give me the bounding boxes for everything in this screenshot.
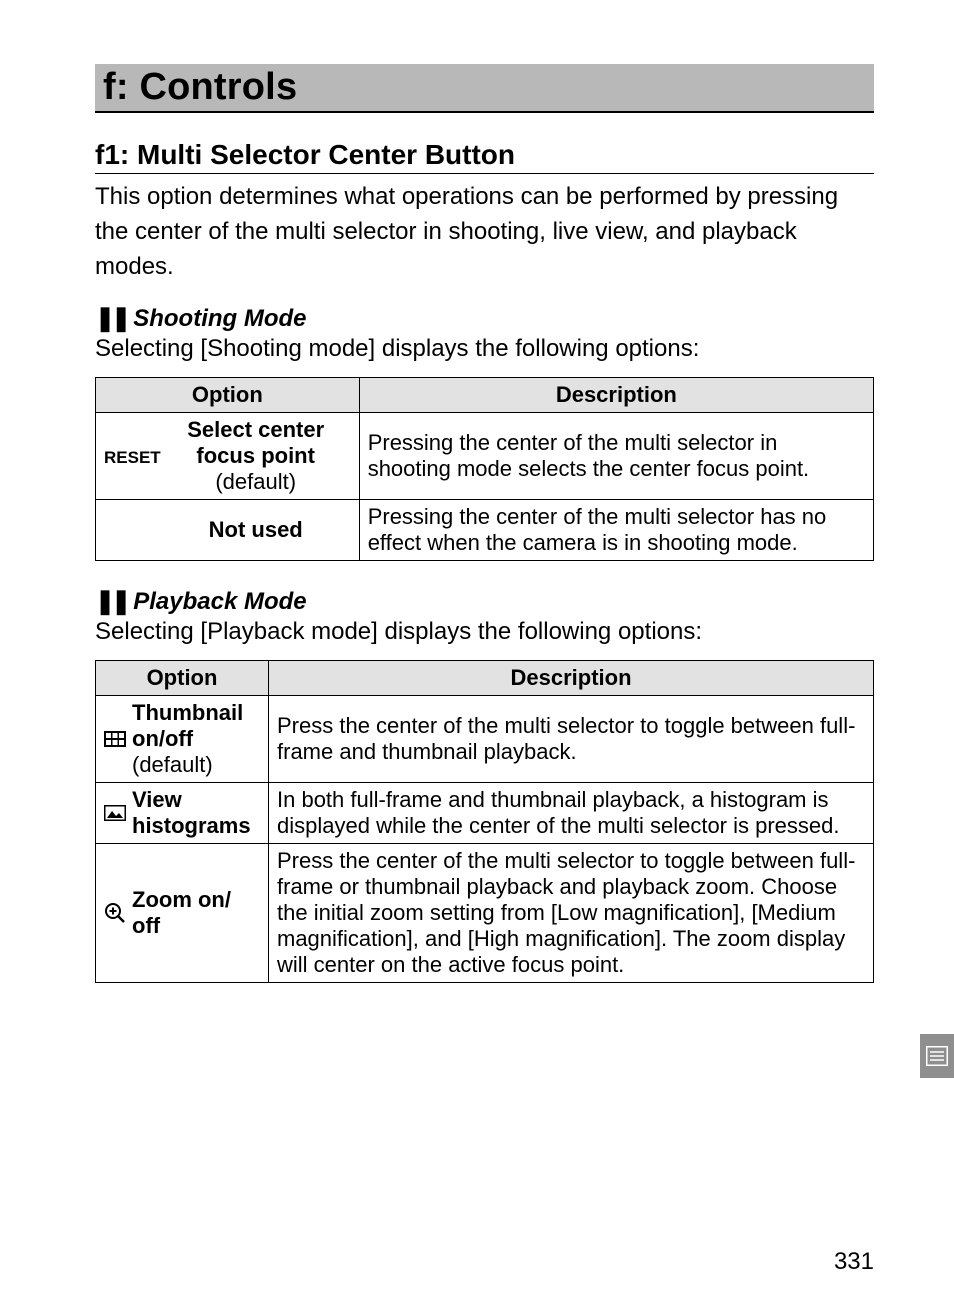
option-name: Thumbnail on/off <box>132 700 243 751</box>
table-header-row: Option Description <box>96 661 874 696</box>
reset-icon: RESET <box>104 445 161 468</box>
mode-intro-playback: Selecting [Playback mode] displays the f… <box>95 618 874 646</box>
table-row: Zoom on/ off Press the center of the mul… <box>96 844 874 983</box>
image-icon <box>104 805 126 821</box>
option-description: Press the center of the multi selector t… <box>269 696 874 783</box>
table-row: Not used Pressing the center of the mult… <box>96 500 874 561</box>
option-name: Not used <box>209 517 303 542</box>
option-icon-cell <box>96 844 133 983</box>
zoom-in-icon <box>104 902 126 924</box>
option-icon-cell <box>96 783 133 844</box>
option-icon-cell <box>96 500 161 561</box>
option-default: (default) <box>132 752 213 777</box>
manual-page: f: Controls f1: Multi Selector Center Bu… <box>0 0 954 1314</box>
table-header-row: Option Description <box>96 378 874 413</box>
table-row: View histograms In both full-frame and t… <box>96 783 874 844</box>
side-tab-menu-icon <box>920 1034 954 1078</box>
option-icon-cell: RESET <box>96 413 161 500</box>
mode-heading-playback: ❚❚Playback Mode <box>95 587 874 616</box>
option-description: Pressing the center of the multi selecto… <box>359 413 873 500</box>
mode-heading-shooting: ❚❚Shooting Mode <box>95 304 874 333</box>
option-name: Select center focus point <box>187 417 324 468</box>
option-description: Press the center of the multi selector t… <box>269 844 874 983</box>
option-name-cell: Zoom on/ off <box>132 844 269 983</box>
option-header: Option <box>96 661 269 696</box>
option-icon-cell <box>96 696 133 783</box>
mode-heading-label: Shooting Mode <box>133 305 306 332</box>
option-name: View histograms <box>132 787 251 838</box>
option-name-cell: Not used <box>161 500 360 561</box>
description-header: Description <box>359 378 873 413</box>
option-name: Zoom on/ off <box>132 887 231 938</box>
option-description: In both full-frame and thumbnail playbac… <box>269 783 874 844</box>
table-row: Thumbnail on/off (default) Press the cen… <box>96 696 874 783</box>
subsection-heading: f1: Multi Selector Center Button <box>95 139 874 174</box>
table-row: RESET Select center focus point (default… <box>96 413 874 500</box>
option-description: Pressing the center of the multi selecto… <box>359 500 873 561</box>
thumbnail-grid-icon <box>104 731 126 747</box>
mode-heading-label: Playback Mode <box>133 588 306 615</box>
shooting-options-table: Option Description RESET Select center f… <box>95 377 874 561</box>
mode-heading-marker: ❚❚ <box>95 305 133 332</box>
option-default: (default) <box>215 469 296 494</box>
page-number: 331 <box>834 1248 874 1276</box>
description-header: Description <box>269 661 874 696</box>
section-heading: f: Controls <box>95 64 874 113</box>
option-name-cell: View histograms <box>132 783 269 844</box>
intro-paragraph: This option determines what operations c… <box>95 180 874 284</box>
mode-intro-shooting: Selecting [Shooting mode] displays the f… <box>95 335 874 363</box>
mode-heading-marker: ❚❚ <box>95 588 133 615</box>
option-header: Option <box>96 378 360 413</box>
playback-options-table: Option Description Thumbnail on/off (def… <box>95 660 874 983</box>
option-name-cell: Select center focus point (default) <box>161 413 360 500</box>
option-name-cell: Thumbnail on/off (default) <box>132 696 269 783</box>
